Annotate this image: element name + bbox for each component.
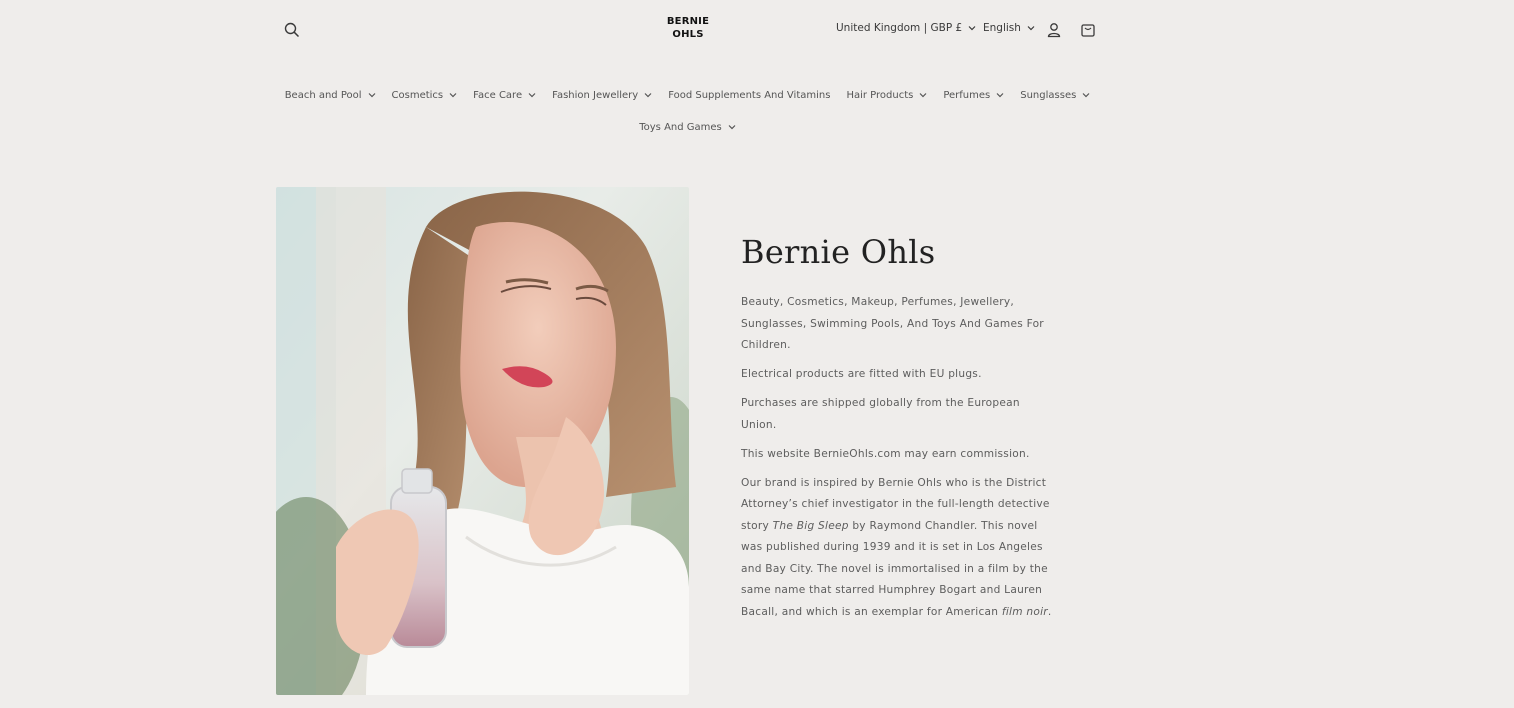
language-selector[interactable]: English (983, 22, 1035, 34)
brand-story-paragraph: Our brand is inspired by Bernie Ohls who… (741, 473, 1053, 624)
plug-notice-paragraph: Electrical products are fitted with EU p… (741, 368, 982, 380)
nav-item-cosmetics[interactable]: Cosmetics (384, 84, 466, 106)
nav-item-label: Food Supplements And Vitamins (668, 89, 831, 101)
page-title: Bernie Ohls (741, 233, 936, 271)
main-navigation: Beach and Pool Cosmetics Face Care Fashion … (276, 84, 1099, 138)
account-icon[interactable] (1042, 18, 1066, 42)
cart-icon[interactable] (1076, 18, 1100, 42)
search-icon[interactable] (280, 18, 304, 42)
chevron-down-icon (1082, 93, 1090, 98)
nav-item-label: Toys And Games (639, 121, 722, 133)
intro-paragraph: Beauty, Cosmetics, Makeup, Perfumes, Jew… (741, 296, 1044, 351)
nav-item-label: Sunglasses (1020, 89, 1077, 101)
nav-item-label: Fashion Jewellery (552, 89, 639, 101)
nav-item-perfumes[interactable]: Perfumes (935, 84, 1012, 106)
chevron-down-icon (1027, 26, 1035, 31)
commission-paragraph: This website BernieOhls.com may earn com… (741, 447, 1030, 460)
language-label: English (983, 22, 1021, 34)
about-section: Bernie Ohls Beauty, Cosmetics, Makeup, P… (741, 232, 1053, 631)
woman-with-perfume-image (276, 187, 689, 695)
genre-term: film noir (1001, 605, 1048, 618)
chevron-down-icon (728, 125, 736, 130)
nav-item-hair-products[interactable]: Hair Products (838, 84, 935, 106)
chevron-down-icon (528, 93, 536, 98)
chevron-down-icon (919, 93, 927, 98)
nav-item-label: Cosmetics (391, 89, 444, 101)
nav-item-toys-and-games[interactable]: Toys And Games (631, 116, 744, 138)
nav-item-face-care[interactable]: Face Care (465, 84, 544, 106)
shipping-paragraph: Purchases are shipped globally from the … (741, 397, 1020, 431)
nav-item-sunglasses[interactable]: Sunglasses (1012, 84, 1098, 106)
nav-item-beach-and-pool[interactable]: Beach and Pool (277, 84, 384, 106)
site-header: BERNIE OHLS United Kingdom | GBP £ Engli… (0, 0, 1514, 60)
nav-item-label: Hair Products (846, 89, 914, 101)
site-logo[interactable]: BERNIE OHLS (660, 15, 716, 41)
chevron-down-icon (968, 26, 976, 31)
book-title: The Big Sleep (772, 519, 849, 532)
nav-item-label: Face Care (473, 89, 523, 101)
chevron-down-icon (368, 93, 375, 98)
nav-item-label: Perfumes (943, 89, 991, 101)
chevron-down-icon (996, 93, 1004, 98)
hero-image (276, 187, 689, 695)
nav-item-label: Beach and Pool (284, 89, 362, 101)
country-selector[interactable]: United Kingdom | GBP £ (836, 22, 976, 34)
chevron-down-icon (644, 93, 652, 98)
nav-item-fashion-jewellery[interactable]: Fashion Jewellery (544, 84, 660, 106)
nav-item-food-supplements-and-vitamins[interactable]: Food Supplements And Vitamins (660, 84, 838, 106)
country-label: United Kingdom | GBP £ (836, 22, 963, 34)
logo-line-2: OHLS (672, 29, 704, 40)
brand-story-text-3: . (1047, 605, 1052, 618)
chevron-down-icon (449, 93, 457, 98)
logo-line-1: BERNIE (666, 16, 710, 27)
brand-story-text-2: by Raymond Chandler. This novel was publ… (741, 519, 1048, 618)
